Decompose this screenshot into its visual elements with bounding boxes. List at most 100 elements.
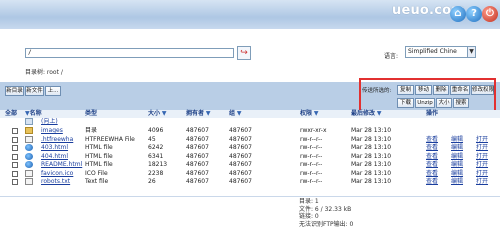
row-checkbox[interactable] — [12, 170, 18, 177]
unreadable-count: 无法识别FTP输出: 0 — [299, 220, 354, 228]
table-row[interactable]: images 目录 4096 487607 487607 rwxr-xr-x Mar 28 … — [0, 127, 500, 135]
view-link[interactable]: 查看 — [426, 153, 438, 161]
chevron-down-icon[interactable]: ▼ — [467, 46, 476, 58]
go-button[interactable]: ↪ — [237, 46, 251, 60]
file-permissions: rw-r--r-- — [300, 161, 323, 168]
file-group: 487607 — [229, 152, 252, 160]
new-directory-button[interactable]: 新目录 — [5, 86, 24, 96]
table-row[interactable]: README.html HTML file 18213 487607 487607 rw-… — [0, 161, 500, 169]
file-type: HTFREEWHA File — [85, 135, 135, 143]
divider — [0, 196, 500, 197]
row-checkbox[interactable] — [12, 179, 18, 185]
file-group: 487607 — [229, 135, 252, 143]
file-permissions: rw-r--r-- — [300, 135, 323, 143]
table-row[interactable]: 404.html HTML file 6341 487607 487607 rw-r--r… — [0, 152, 500, 161]
size-header[interactable]: 大小 ▼ — [148, 110, 167, 118]
name-header[interactable]: ▼名称 — [25, 110, 42, 118]
file-size: 2238 — [148, 169, 164, 177]
table-row[interactable]: .htfreewha HTFREEWHA File 45 487607 487607 rw… — [0, 135, 500, 144]
html-file-icon — [25, 144, 33, 151]
view-link[interactable]: 查看 — [426, 161, 438, 169]
html-file-icon — [25, 152, 33, 160]
file-size: 6341 — [148, 152, 164, 160]
file-modified: Mar 28 13:10 — [351, 127, 392, 134]
permissions-header[interactable]: 权限 ▼ — [300, 110, 319, 118]
group-header[interactable]: 组 ▼ — [229, 110, 242, 118]
file-size: 18213 — [148, 161, 168, 168]
file-modified: Mar 28 13:10 — [351, 178, 392, 185]
open-link[interactable]: 打开 — [476, 161, 488, 169]
edit-link[interactable]: 编辑 — [451, 136, 463, 144]
home-icon[interactable]: ⌂ — [450, 6, 466, 22]
file-permissions: rw-r--r-- — [300, 144, 323, 151]
file-name-link[interactable]: README.html — [41, 161, 83, 169]
table-row[interactable]: robots.txt Text file 26 487607 487607 rw-r--r… — [0, 178, 500, 186]
owner-header[interactable]: 拥有者 ▼ — [186, 110, 211, 118]
path-input[interactable]: / — [25, 48, 234, 58]
file-permissions: rw-r--r-- — [300, 152, 323, 160]
edit-link[interactable]: 编辑 — [451, 161, 463, 169]
up-folder-icon — [25, 118, 33, 125]
file-icon — [25, 169, 33, 177]
actions-header: 操作 — [426, 110, 439, 117]
row-checkbox[interactable] — [12, 128, 18, 134]
view-link[interactable]: 查看 — [426, 170, 438, 178]
file-icon — [25, 135, 33, 143]
file-size: 6242 — [148, 144, 164, 151]
new-file-button[interactable]: 新文件 — [25, 86, 44, 96]
edit-link[interactable]: 编辑 — [451, 144, 463, 152]
open-link[interactable]: 打开 — [476, 136, 488, 144]
file-type: 目录 — [85, 127, 98, 134]
file-group: 487607 — [229, 127, 252, 134]
exit-icon[interactable]: ⏻ — [482, 6, 498, 22]
file-modified: Mar 28 13:10 — [351, 169, 392, 177]
table-row[interactable]: favicon.ico ICO File 2238 487607 487607 rw-r-… — [0, 169, 500, 178]
file-modified: Mar 28 13:10 — [351, 144, 392, 151]
edit-link[interactable]: 编辑 — [451, 178, 463, 186]
parent-link[interactable]: (向上) — [41, 118, 58, 126]
row-checkbox[interactable] — [12, 145, 18, 151]
row-checkbox[interactable] — [12, 136, 18, 143]
file-name-link[interactable]: robots.txt — [41, 178, 83, 186]
file-modified: Mar 28 13:10 — [351, 152, 392, 160]
text-file-icon — [25, 178, 33, 185]
file-type: ICO File — [85, 169, 108, 177]
go-arrow-icon: ↪ — [240, 48, 248, 58]
file-owner: 487607 — [186, 135, 209, 143]
table-row-parent[interactable]: (向上) — [0, 118, 500, 126]
file-permissions: rw-r--r-- — [300, 169, 323, 177]
file-name-link[interactable]: 403.html — [41, 144, 83, 152]
row-checkbox[interactable] — [12, 162, 18, 168]
upload-button[interactable]: 上... — [45, 86, 61, 96]
type-header[interactable]: 类型 — [85, 110, 97, 118]
row-checkbox[interactable] — [12, 153, 18, 160]
open-link[interactable]: 打开 — [476, 170, 488, 178]
files-count: 文件: 6 / 32.33 kB — [299, 205, 352, 213]
view-link[interactable]: 查看 — [426, 178, 438, 186]
language-select[interactable]: Simplified Chine — [405, 46, 469, 58]
file-name-link[interactable]: images — [41, 127, 83, 135]
view-link[interactable]: 查看 — [426, 144, 438, 152]
open-link[interactable]: 打开 — [476, 178, 488, 186]
file-name-link[interactable]: 404.html — [41, 153, 83, 161]
open-link[interactable]: 打开 — [476, 153, 488, 161]
open-link[interactable]: 打开 — [476, 144, 488, 152]
select-all-header[interactable]: 全部 — [5, 110, 17, 118]
symlinks-count: 链接: 0 — [299, 213, 319, 220]
file-size: 45 — [148, 135, 156, 143]
table-row[interactable]: 403.html HTML file 6242 487607 487607 rw-r--r… — [0, 144, 500, 152]
html-file-icon — [25, 161, 33, 168]
file-size: 26 — [148, 178, 156, 185]
file-owner: 487607 — [186, 161, 209, 168]
file-owner: 487607 — [186, 127, 209, 134]
file-owner: 487607 — [186, 178, 209, 185]
modified-header[interactable]: 最后修改 ▼ — [351, 110, 382, 118]
file-owner: 487607 — [186, 144, 209, 151]
edit-link[interactable]: 编辑 — [451, 153, 463, 161]
edit-link[interactable]: 编辑 — [451, 170, 463, 178]
file-name-link[interactable]: .htfreewha — [41, 136, 83, 144]
file-name-link[interactable]: favicon.ico — [41, 170, 83, 178]
view-link[interactable]: 查看 — [426, 136, 438, 144]
help-icon[interactable]: ? — [466, 6, 482, 22]
file-permissions: rwxr-xr-x — [300, 127, 327, 134]
